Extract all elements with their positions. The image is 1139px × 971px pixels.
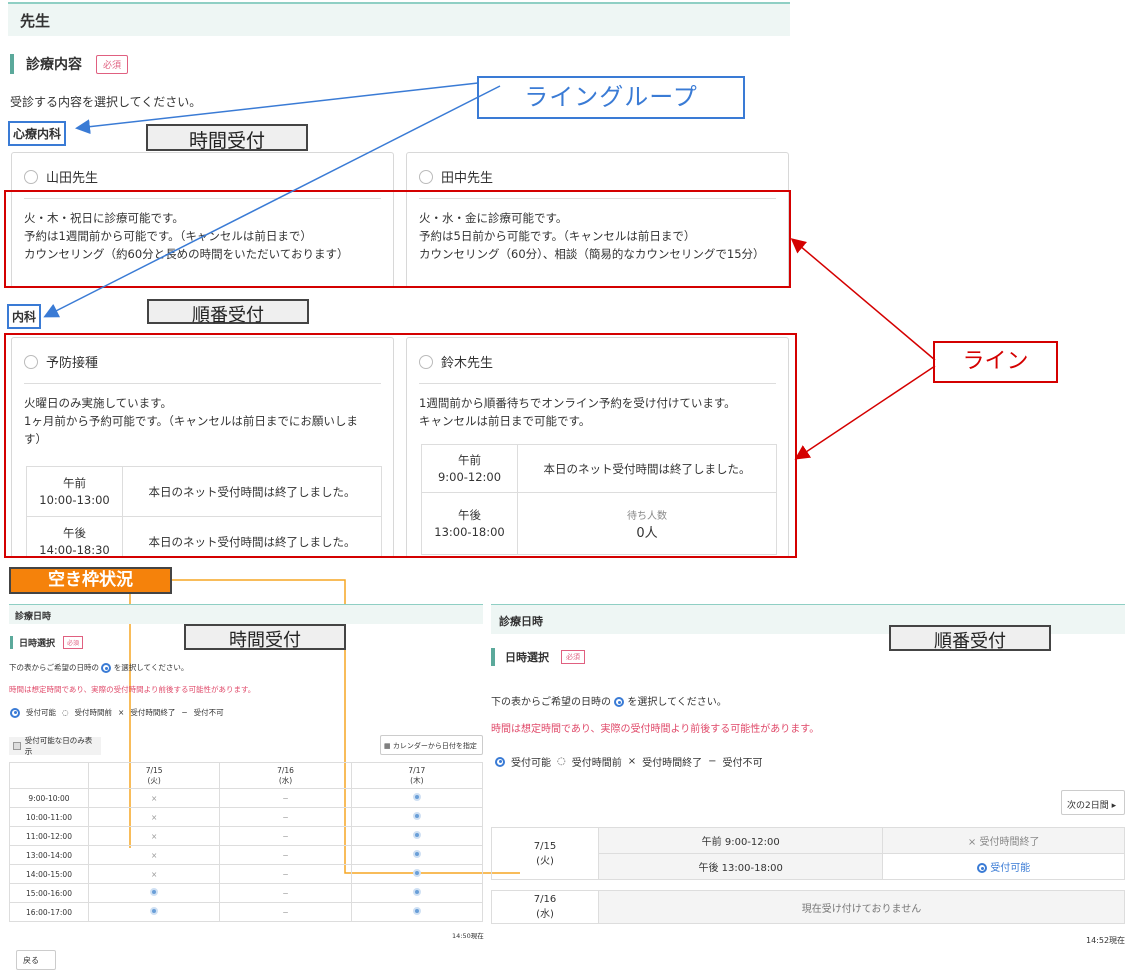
right-note: 時間は想定時間であり、実際の受付時間より前後する可能性があります。 bbox=[491, 724, 820, 735]
table-row: 14:00-15:00 × − bbox=[9, 864, 484, 884]
available-icon bbox=[412, 793, 421, 801]
slot-unavailable: − bbox=[219, 845, 352, 865]
available-icon bbox=[412, 850, 421, 858]
before-icon: ◌ bbox=[62, 708, 69, 717]
before-icon: ◌ bbox=[557, 756, 566, 767]
right-legend: 受付可能 ◌ 受付時間前 × 受付時間終了 − 受付不可 bbox=[495, 754, 763, 769]
available-icon bbox=[495, 756, 505, 767]
available-icon bbox=[412, 812, 421, 820]
slot-status-available[interactable]: 受付可能 bbox=[882, 853, 1125, 880]
slot-available[interactable] bbox=[87, 902, 221, 922]
time-cell: 13:00-14:00 bbox=[9, 845, 89, 865]
slot-available[interactable] bbox=[350, 807, 484, 827]
section-title-text: 日時選択 bbox=[505, 651, 549, 664]
left-note: 時間は想定時間であり、実際の受付時間より前後する可能性があります。 bbox=[9, 685, 256, 694]
left-panel-header: 診療日時 bbox=[9, 604, 483, 624]
slot-ended: × bbox=[87, 864, 221, 884]
slot-unavailable: − bbox=[219, 883, 352, 903]
date-cell: 7/16 (水) bbox=[491, 890, 599, 924]
checkbox-icon[interactable] bbox=[13, 742, 21, 750]
table-row: 16:00-17:00 − bbox=[9, 902, 484, 922]
table-header-row: 7/15 (火) 7/16 (水) 7/17 (木) bbox=[9, 762, 484, 789]
available-icon bbox=[977, 863, 988, 873]
time-cell: 9:00-10:00 bbox=[9, 788, 89, 808]
ended-icon: × bbox=[627, 756, 637, 767]
slot-unavailable: − bbox=[219, 864, 352, 884]
right-schedule-table-day2: 7/16 (水) 現在受け付けておりません bbox=[491, 890, 1125, 924]
slot-ended: × bbox=[87, 826, 221, 846]
callout-time-reception-2: 時間受付 bbox=[184, 624, 346, 651]
left-panel-section: 日時選択 必須 bbox=[10, 636, 84, 649]
table-row: 7/16 (水) 現在受け付けておりません bbox=[491, 890, 1125, 924]
ended-icon: × bbox=[118, 708, 125, 717]
slot-ended: × bbox=[87, 845, 221, 865]
slot-time: 午前 9:00-12:00 bbox=[597, 827, 884, 854]
unavailable-icon: − bbox=[708, 756, 717, 767]
table-row: 10:00-11:00 × − bbox=[9, 807, 484, 827]
available-icon bbox=[10, 707, 20, 718]
table-row: 9:00-10:00 × − bbox=[9, 788, 484, 808]
time-cell: 15:00-16:00 bbox=[9, 883, 89, 903]
slot-available[interactable] bbox=[87, 883, 221, 903]
time-cell: 11:00-12:00 bbox=[9, 826, 89, 846]
slot-unavailable: − bbox=[219, 902, 352, 922]
slot-unavailable: − bbox=[219, 807, 352, 827]
available-icon bbox=[150, 888, 159, 896]
slot-time: 午後 13:00-18:00 bbox=[597, 853, 884, 880]
right-panel-section: 日時選択 必須 bbox=[491, 648, 585, 666]
available-icon bbox=[150, 907, 159, 915]
slot-ended: × bbox=[87, 788, 221, 808]
chevron-right-icon: ▸ bbox=[1111, 801, 1117, 811]
slot-unavailable: − bbox=[219, 788, 352, 808]
available-icon bbox=[614, 697, 625, 707]
slot-available[interactable] bbox=[350, 845, 484, 865]
available-icon bbox=[412, 869, 421, 877]
slot-ended: × bbox=[87, 807, 221, 827]
required-badge: 必須 bbox=[63, 636, 84, 649]
available-icon bbox=[101, 663, 112, 673]
required-badge: 必須 bbox=[561, 650, 585, 664]
slot-status-ended: × 受付時間終了 bbox=[882, 827, 1125, 854]
table-row: 7/15 (火) 午前 9:00-12:00 × 受付時間終了 bbox=[491, 827, 1125, 880]
unavailable-icon: − bbox=[181, 708, 188, 717]
back-button[interactable]: 戻る bbox=[16, 950, 56, 970]
slot-available[interactable] bbox=[350, 788, 484, 808]
table-row: 15:00-16:00 − bbox=[9, 883, 484, 903]
callout-order-reception-2: 順番受付 bbox=[889, 625, 1051, 652]
right-instruction: 下の表からご希望の日時の を選択してください。 bbox=[491, 697, 727, 708]
slot-unavailable: − bbox=[219, 826, 352, 846]
left-legend: 受付可能 ◌ 受付時間前 × 受付時間終了 − 受付不可 bbox=[10, 707, 224, 718]
day-status: 現在受け付けておりません bbox=[598, 890, 1125, 924]
slot-available[interactable] bbox=[350, 883, 484, 903]
calendar-button[interactable]: ▦ カレンダーから日付を指定 bbox=[380, 735, 483, 755]
only-available-checkbox[interactable]: 受付可能な日のみ表示 bbox=[9, 736, 101, 756]
left-instruction: 下の表からご希望の日時の を選択してください。 bbox=[9, 663, 189, 673]
time-cell: 16:00-17:00 bbox=[9, 902, 89, 922]
left-schedule-table: 7/15 (火) 7/16 (水) 7/17 (木) 9:00-10:00 × −10:0… bbox=[9, 762, 484, 922]
right-schedule-table-day1: 7/15 (火) 午前 9:00-12:00 × 受付時間終了 午後 13:00-… bbox=[491, 827, 1125, 880]
slot-available[interactable] bbox=[350, 826, 484, 846]
section-title-text: 日時選択 bbox=[19, 639, 56, 649]
slot-available[interactable] bbox=[350, 902, 484, 922]
table-row: 13:00-14:00 × − bbox=[9, 845, 484, 865]
next-two-days-button[interactable]: 次の2日間 ▸ bbox=[1061, 790, 1125, 815]
table-row: 11:00-12:00 × − bbox=[9, 826, 484, 846]
available-icon bbox=[412, 888, 421, 896]
time-cell: 10:00-11:00 bbox=[9, 807, 89, 827]
date-cell: 7/15 (火) bbox=[491, 827, 599, 880]
slot-available[interactable] bbox=[350, 864, 484, 884]
right-timestamp: 14:52現在 bbox=[1086, 936, 1126, 945]
time-cell: 14:00-15:00 bbox=[9, 864, 89, 884]
available-icon bbox=[412, 907, 421, 915]
calendar-icon: ▦ bbox=[384, 742, 391, 750]
available-icon bbox=[412, 831, 421, 839]
left-timestamp: 14:50現在 bbox=[452, 932, 484, 940]
